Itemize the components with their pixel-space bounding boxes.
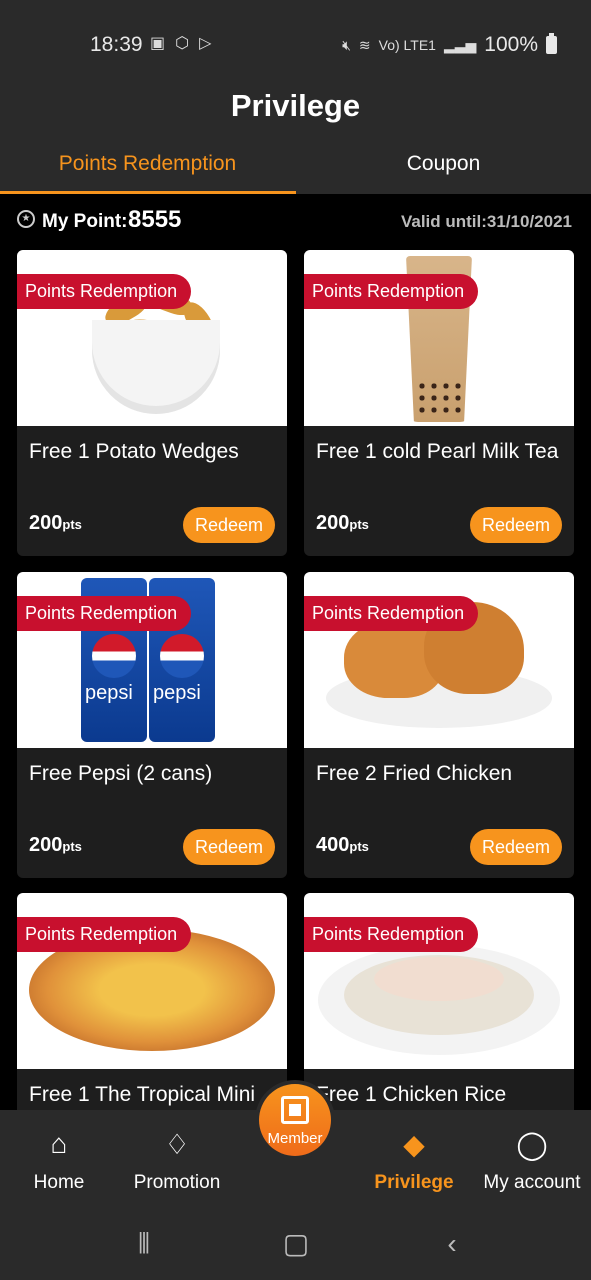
reward-card[interactable]: Points Redemption Free 1 cold Pearl Milk… [304, 250, 574, 556]
nav-label: Promotion [133, 1172, 221, 1193]
points-cost: 200pts [29, 512, 82, 534]
my-point-label: My Point: [42, 211, 128, 232]
badge: Points Redemption [304, 274, 479, 309]
battery-percent: 100% [484, 33, 538, 56]
card-title: Free 1 The Tropical Mini [29, 1083, 256, 1106]
nav-label: Home [33, 1172, 85, 1193]
battery-icon [546, 33, 557, 54]
redeem-button[interactable]: Redeem [470, 507, 562, 543]
member-button-inner: Member [259, 1084, 331, 1156]
points-cost: 400pts [316, 834, 369, 856]
reward-card[interactable]: Points Redemption Free 1 Potato Wedges 2… [17, 250, 287, 556]
reward-card[interactable]: pepsi pepsi Points Redemption Free Pepsi… [17, 572, 287, 878]
reward-grid: Points Redemption Free 1 Potato Wedges 2… [0, 250, 591, 1110]
nav-privilege[interactable]: ◆ Privilege [355, 1110, 473, 1210]
settings-hex-icon: ⬡ [175, 35, 190, 52]
image-icon: ▣ [150, 35, 166, 52]
card-title: Free 2 Fried Chicken [316, 762, 513, 785]
status-right: 🔇︎ ≋ Vo) LTE1 ▂▃▅ 100% [342, 33, 557, 57]
badge: Points Redemption [17, 917, 192, 952]
star-icon: ★ [17, 210, 35, 228]
user-icon: ◯ [516, 1129, 548, 1160]
wifi-icon: ≋ [358, 36, 371, 53]
nav-home[interactable]: ⌂ Home [0, 1110, 118, 1210]
qr-code-icon [281, 1096, 309, 1124]
badge: Points Redemption [304, 917, 479, 952]
member-label: Member [267, 1130, 323, 1147]
nav-label: My account [483, 1172, 581, 1193]
tab-coupon[interactable]: Coupon [296, 152, 591, 176]
redeem-button[interactable]: Redeem [470, 829, 562, 865]
tag-icon: ◆ [403, 1129, 425, 1160]
valid-until: Valid until:31/10/2021 [400, 212, 572, 231]
home-button-icon[interactable]: ▢ [276, 1226, 316, 1262]
member-button[interactable]: Member [255, 1080, 335, 1160]
card-title: Free Pepsi (2 cans) [29, 762, 213, 785]
card-title: Free 1 Potato Wedges [29, 440, 239, 463]
points-cost: 200pts [316, 512, 369, 534]
status-notification-icons: ▣ ⬡ ▷ [150, 33, 211, 53]
mute-icon: 🔇︎ [342, 36, 351, 53]
redeem-button[interactable]: Redeem [183, 507, 275, 543]
home-icon: ⌂ [50, 1128, 68, 1159]
badge: Points Redemption [17, 596, 192, 631]
diamond-icon: ♢ [164, 1129, 190, 1160]
page-title: Privilege [230, 88, 361, 123]
points-cost: 200pts [29, 834, 82, 856]
network-label: Vo) LTE1 [378, 37, 436, 53]
badge: Points Redemption [17, 274, 192, 309]
card-title: Free 1 cold Pearl Milk Tea [316, 440, 559, 463]
reward-card[interactable]: Points Redemption Free 2 Fried Chicken 4… [304, 572, 574, 878]
my-point-value: 8555 [128, 206, 182, 233]
card-title: Free 1 Chicken Rice [316, 1083, 507, 1106]
recent-apps-icon[interactable]: ⫴ [124, 1226, 164, 1262]
points-row: ★ My Point: 8555 Valid until:31/10/2021 [0, 194, 591, 250]
tab-points-redemption[interactable]: Points Redemption [0, 152, 295, 176]
header: Privilege Points Redemption Coupon [0, 80, 591, 194]
badge: Points Redemption [304, 596, 479, 631]
reward-card[interactable]: Points Redemption Free 1 Chicken Rice [304, 893, 574, 1110]
back-icon[interactable]: ‹ [432, 1226, 472, 1262]
nav-my-account[interactable]: ◯ My account [473, 1110, 591, 1210]
status-bar: 18:39 ▣ ⬡ ▷ 🔇︎ ≋ Vo) LTE1 ▂▃▅ 100% [0, 0, 591, 80]
system-nav-bar: ⫴ ▢ ‹ [0, 1210, 591, 1280]
status-time: 18:39 [90, 33, 143, 56]
reward-card[interactable]: Points Redemption Free 1 The Tropical Mi… [17, 893, 287, 1110]
signal-icon: ▂▃▅ [443, 36, 477, 53]
nav-promotion[interactable]: ♢ Promotion [118, 1110, 236, 1210]
redeem-button[interactable]: Redeem [183, 829, 275, 865]
nav-label: Privilege [374, 1172, 454, 1193]
play-icon: ▷ [199, 35, 212, 52]
